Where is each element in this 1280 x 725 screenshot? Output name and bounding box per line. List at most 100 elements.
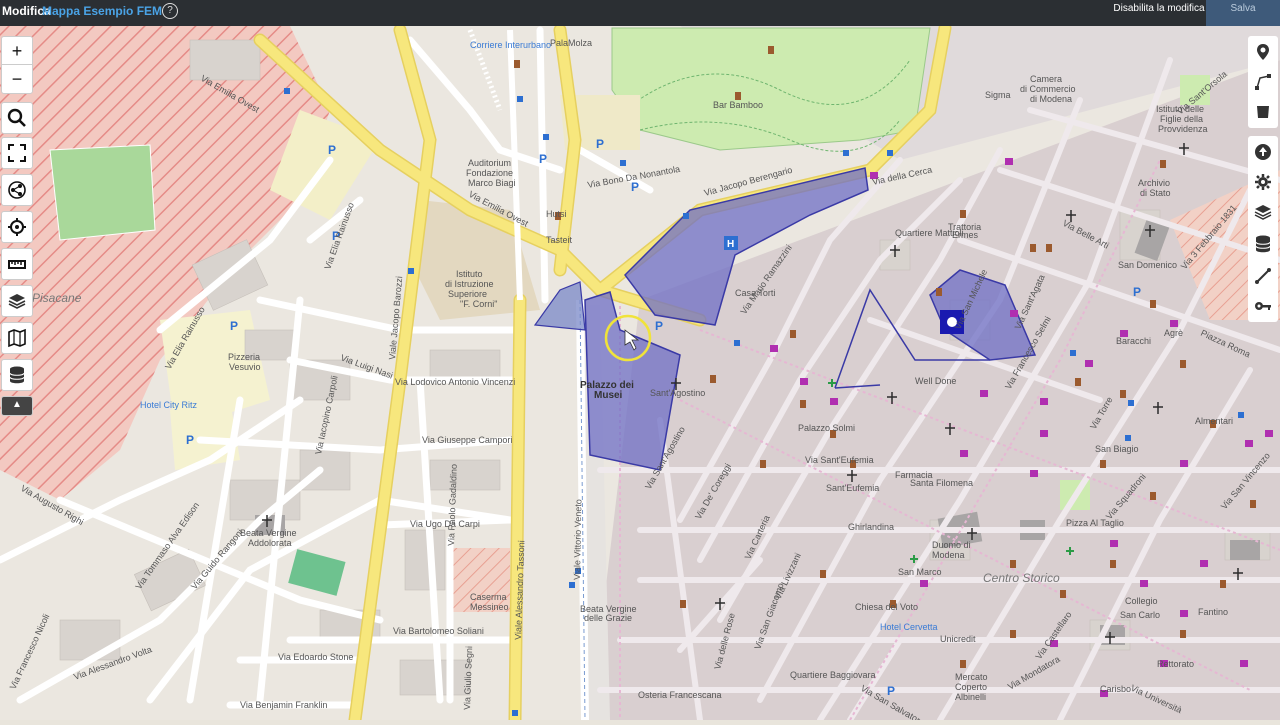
locate-icon[interactable] [1, 211, 33, 243]
svg-text:di Modena: di Modena [1030, 94, 1072, 104]
svg-text:Musei: Musei [594, 390, 623, 401]
zoom-in-button[interactable]: + [1, 36, 33, 66]
svg-text:P: P [186, 433, 194, 447]
svg-text:di Stato: di Stato [1140, 188, 1171, 198]
svg-text:di Istruzione: di Istruzione [445, 279, 494, 289]
svg-text:San Domenico: San Domenico [1118, 260, 1177, 270]
label-centro-storico: Centro Storico [983, 571, 1060, 585]
svg-text:Agrè: Agrè [1164, 328, 1183, 338]
svg-text:Via Edoardo Stone: Via Edoardo Stone [278, 652, 353, 662]
svg-text:Unicredit: Unicredit [940, 634, 976, 644]
svg-text:Rettorato: Rettorato [1157, 659, 1194, 669]
svg-text:Via Ugo Da Carpi: Via Ugo Da Carpi [410, 519, 480, 529]
svg-text:Ermes: Ermes [952, 230, 979, 240]
svg-text:Via Giuseppe Campori: Via Giuseppe Campori [422, 435, 512, 445]
svg-text:San Carlo: San Carlo [1120, 610, 1160, 620]
svg-text:Pizzeria: Pizzeria [228, 352, 260, 362]
svg-text:Sant'Agostino: Sant'Agostino [650, 388, 705, 398]
svg-text:San Biagio: San Biagio [1095, 444, 1139, 454]
svg-text:Duomo di: Duomo di [932, 540, 971, 550]
svg-text:Well Done: Well Done [915, 376, 956, 386]
svg-text:Superiore: Superiore [448, 289, 487, 299]
svg-text:Archivio: Archivio [1138, 178, 1170, 188]
svg-text:Hotel Cervetta: Hotel Cervetta [880, 622, 938, 632]
svg-text:P: P [1133, 285, 1141, 299]
svg-text:Viale Vittorio Veneto: Viale Vittorio Veneto [572, 499, 583, 580]
svg-text:P: P [328, 143, 336, 157]
save-button[interactable]: Salva [1206, 0, 1280, 26]
svg-text:di Commercio: di Commercio [1020, 84, 1076, 94]
svg-text:Sigma: Sigma [985, 90, 1011, 100]
svg-text:Chiesa del Voto: Chiesa del Voto [855, 602, 918, 612]
svg-text:Palazzo Solmi: Palazzo Solmi [798, 423, 855, 433]
database-icon[interactable] [1, 359, 33, 391]
polyline-icon[interactable] [1249, 68, 1277, 96]
layers-icon[interactable] [1, 285, 33, 317]
fullscreen-icon[interactable] [1, 137, 33, 169]
svg-text:Corriere Interurbano: Corriere Interurbano [470, 40, 551, 50]
svg-text:Istituto: Istituto [456, 269, 483, 279]
svg-text:Carisbo: Carisbo [1100, 684, 1131, 694]
key-icon[interactable] [1249, 292, 1277, 320]
svg-text:Fantino: Fantino [1198, 607, 1228, 617]
marker-icon[interactable] [1249, 38, 1277, 66]
top-toolbar: Modifica Mappa Esempio FEM ? Disabilita … [0, 0, 1280, 26]
svg-text:Addolorata: Addolorata [248, 538, 292, 548]
map-svg[interactable]: H PPPP PPPP PP Pisacane Centro Storico P… [0, 21, 1280, 725]
svg-text:delle Grazie: delle Grazie [584, 613, 632, 623]
disable-edit-button[interactable]: Disabilita la modifica [1112, 0, 1206, 26]
svg-text:P: P [655, 319, 663, 333]
svg-text:Santa Filomena: Santa Filomena [910, 478, 973, 488]
svg-text:P: P [596, 137, 604, 151]
svg-text:PalaMolza: PalaMolza [550, 38, 592, 48]
svg-text:Tasteit: Tasteit [546, 235, 573, 245]
svg-text:Mercato: Mercato [955, 672, 988, 682]
upload-icon[interactable] [1249, 138, 1277, 166]
svg-text:Quartiere Baggiovara: Quartiere Baggiovara [790, 670, 876, 680]
svg-text:H: H [727, 239, 734, 250]
share-icon[interactable] [1, 174, 33, 206]
svg-text:P: P [539, 152, 547, 166]
map-canvas[interactable]: H PPPP PPPP PP Pisacane Centro Storico P… [0, 21, 1280, 725]
collapse-toolbar-button[interactable]: ▲ [1, 396, 33, 416]
svg-text:Vesuvio: Vesuvio [229, 362, 261, 372]
svg-text:Via Bartolomeo Soliani: Via Bartolomeo Soliani [393, 626, 484, 636]
svg-text:Baracchi: Baracchi [1116, 336, 1151, 346]
map-name-link[interactable]: Mappa Esempio FEM [42, 4, 162, 18]
svg-text:San Marco: San Marco [898, 567, 942, 577]
gear-icon[interactable] [1249, 168, 1277, 196]
svg-text:Sant'Eufemia: Sant'Eufemia [826, 483, 879, 493]
svg-text:Via Benjamin Franklin: Via Benjamin Franklin [240, 700, 327, 710]
svg-text:P: P [230, 319, 238, 333]
help-icon[interactable]: ? [162, 3, 178, 19]
measure-icon[interactable] [1249, 262, 1277, 290]
svg-text:"F. Corni": "F. Corni" [460, 299, 497, 309]
svg-text:Provvidenza: Provvidenza [1158, 124, 1208, 134]
svg-text:Ghirlandina: Ghirlandina [848, 522, 894, 532]
svg-text:P: P [887, 684, 895, 698]
search-icon[interactable] [1, 102, 33, 134]
svg-text:Modena: Modena [932, 550, 965, 560]
measure-ruler-icon[interactable] [1, 248, 33, 280]
svg-text:Almentari: Almentari [1195, 416, 1233, 426]
svg-text:Auditorium: Auditorium [468, 158, 511, 168]
football-field [49, 144, 156, 241]
svg-text:Collegio: Collegio [1125, 596, 1158, 606]
polygon-icon[interactable] [1249, 98, 1277, 126]
database-stack-icon[interactable] [1249, 230, 1277, 258]
svg-text:Bar Bamboo: Bar Bamboo [713, 100, 763, 110]
svg-text:Marco Biagi: Marco Biagi [468, 178, 516, 188]
svg-text:Fondazione: Fondazione [466, 168, 513, 178]
map-preview-icon[interactable] [1, 322, 33, 354]
svg-text:Albinelli: Albinelli [955, 692, 986, 702]
svg-text:Hotel City Ritz: Hotel City Ritz [140, 400, 198, 410]
svg-text:Beata Vergine: Beata Vergine [240, 528, 297, 538]
zoom-out-button[interactable]: − [1, 64, 33, 94]
svg-text:Camera: Camera [1030, 74, 1062, 84]
svg-text:Coperto: Coperto [955, 682, 987, 692]
layers-stack-icon[interactable] [1249, 198, 1277, 226]
svg-text:Caserma: Caserma [470, 592, 507, 602]
svg-text:Via Sant'Eufemia: Via Sant'Eufemia [805, 455, 874, 465]
svg-text:Messineo: Messineo [470, 602, 509, 612]
svg-text:Osteria Francescana: Osteria Francescana [638, 690, 722, 700]
